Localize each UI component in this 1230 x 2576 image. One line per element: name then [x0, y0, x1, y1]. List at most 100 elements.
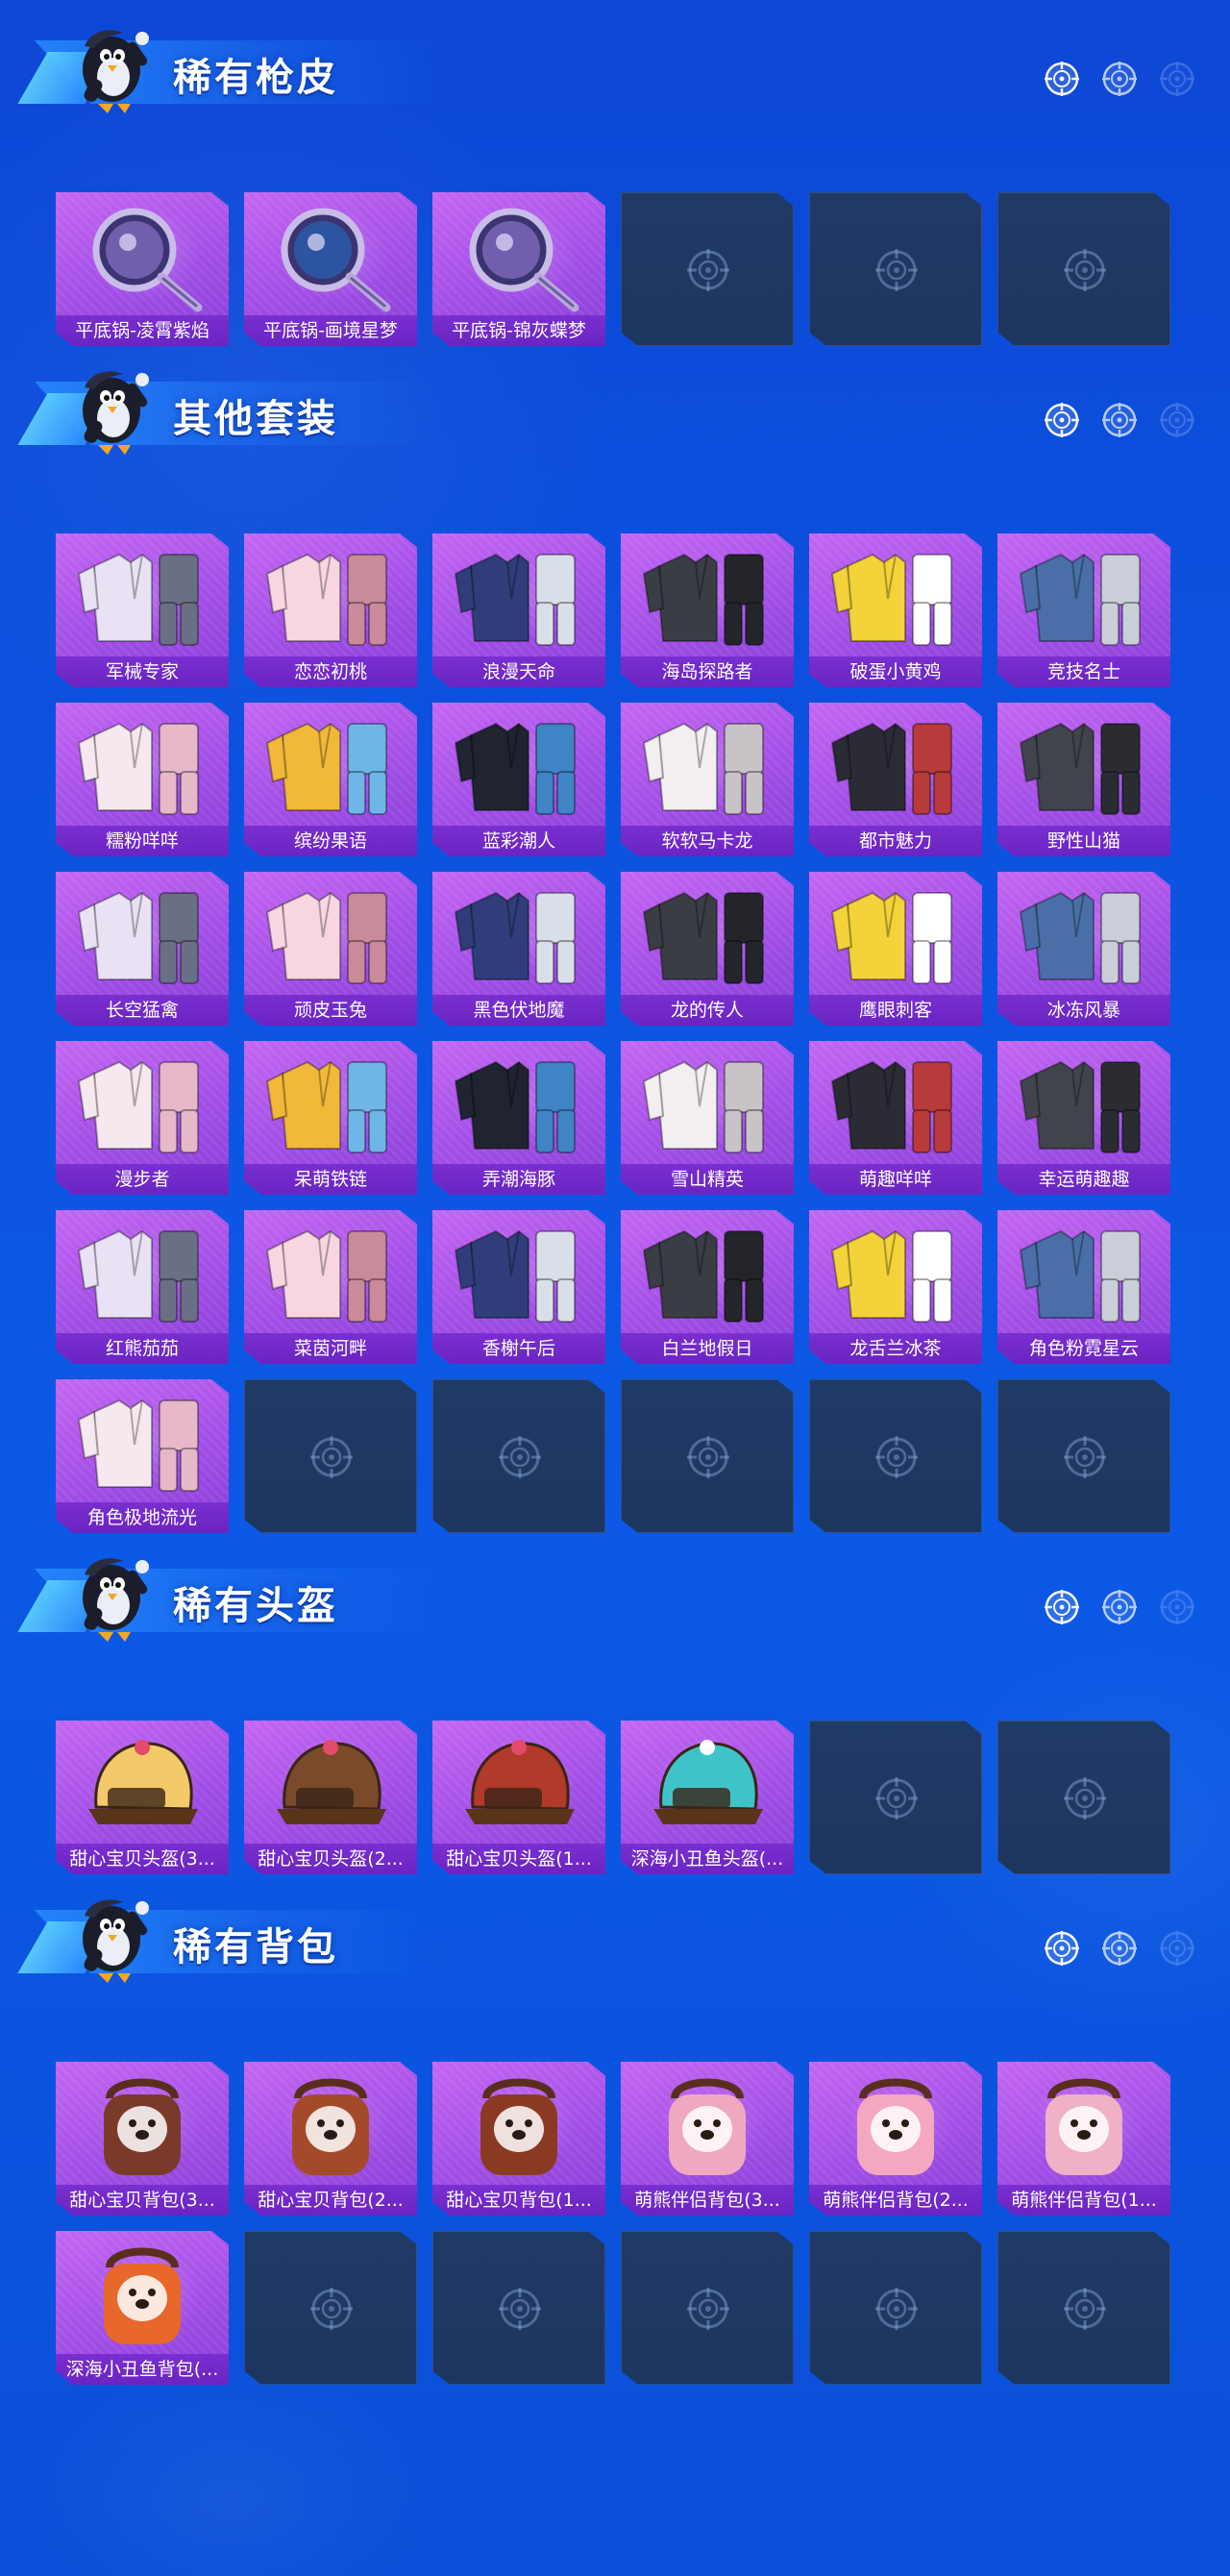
- item-card[interactable]: 深海小丑鱼背包(...: [56, 2231, 229, 2385]
- item-card[interactable]: 甜心宝贝背包(3...: [56, 2062, 229, 2216]
- empty-slot: [621, 192, 794, 346]
- crosshair-icon: [1062, 1434, 1108, 1480]
- penguin-mascot-icon: [56, 1549, 161, 1646]
- section-1: 稀有枪皮 平底锅-凌霄紫焰 平底锅-画境星梦 平底锅-锦灰蝶梦: [0, 0, 1230, 361]
- item-card[interactable]: 萌熊伴侣背包(1...: [997, 2062, 1170, 2216]
- item-name: 糯粉咩咩: [56, 826, 229, 856]
- decor-reticles: [1043, 401, 1196, 439]
- item-card[interactable]: 甜心宝贝背包(2...: [244, 2062, 417, 2216]
- empty-slot: [809, 192, 982, 346]
- item-image: [1017, 541, 1151, 655]
- item-card[interactable]: 萌趣咩咩: [809, 1041, 982, 1195]
- item-card[interactable]: 恋恋初桃: [244, 533, 417, 687]
- item-card[interactable]: 野性山猫: [997, 703, 1170, 856]
- item-card[interactable]: 浪漫天命: [432, 533, 605, 687]
- item-image: [828, 541, 963, 655]
- section-header: 稀有枪皮: [0, 0, 1230, 115]
- item-card[interactable]: 破蛋小黄鸡: [809, 533, 982, 687]
- item-card[interactable]: 幸运萌趣趣: [997, 1041, 1170, 1195]
- item-card[interactable]: 弄潮海豚: [432, 1041, 605, 1195]
- section-4: 稀有背包 甜心宝贝背包(3... 甜心宝贝背包(2... 甜心宝贝背包(1...…: [0, 1870, 1230, 2400]
- item-image: [75, 1218, 209, 1331]
- crosshair-icon: [1043, 1929, 1081, 1968]
- item-card[interactable]: 平底锅-锦灰蝶梦: [432, 192, 605, 346]
- item-image: [1017, 710, 1151, 824]
- item-card[interactable]: 竞技名士: [997, 533, 1170, 687]
- decor-reticles: [1043, 1929, 1196, 1968]
- empty-slot: [997, 192, 1170, 346]
- item-image: [452, 200, 586, 313]
- item-card[interactable]: 糯粉咩咩: [56, 703, 229, 856]
- item-card[interactable]: 红熊茄茄: [56, 1210, 229, 1364]
- item-card[interactable]: 呆萌铁链: [244, 1041, 417, 1195]
- item-name: 军械专家: [56, 656, 229, 687]
- item-card[interactable]: 平底锅-画境星梦: [244, 192, 417, 346]
- empty-slot: [244, 2231, 417, 2385]
- item-card[interactable]: 香榭午后: [432, 1210, 605, 1364]
- item-name: 呆萌铁链: [244, 1164, 417, 1195]
- penguin-mascot-icon: [56, 1891, 161, 1987]
- item-image: [828, 2069, 963, 2183]
- item-card[interactable]: 蓝彩潮人: [432, 703, 605, 856]
- empty-slot: [809, 1721, 982, 1874]
- crosshair-icon: [873, 2286, 920, 2332]
- crosshair-icon: [497, 1434, 543, 1480]
- empty-slot: [432, 1379, 605, 1533]
- item-card[interactable]: 萌熊伴侣背包(2...: [809, 2062, 982, 2216]
- item-card[interactable]: 漫步者: [56, 1041, 229, 1195]
- item-name: 蓝彩潮人: [432, 826, 605, 856]
- item-image: [263, 879, 398, 993]
- item-card[interactable]: 甜心宝贝头盔(3...: [56, 1721, 229, 1874]
- item-image: [75, 879, 209, 993]
- item-image: [640, 1218, 775, 1331]
- item-card[interactable]: 军械专家: [56, 533, 229, 687]
- section-title: 其他套装: [173, 397, 338, 441]
- crosshair-icon: [1158, 1588, 1196, 1626]
- item-name: 弄潮海豚: [432, 1164, 605, 1195]
- empty-slot: [621, 2231, 794, 2385]
- item-card[interactable]: 角色极地流光: [56, 1379, 229, 1533]
- item-name: 顽皮玉兔: [244, 995, 417, 1026]
- decor-reticles: [1043, 1588, 1196, 1626]
- item-card[interactable]: 平底锅-凌霄紫焰: [56, 192, 229, 346]
- crosshair-icon: [873, 247, 920, 293]
- item-card[interactable]: 菜茵河畔: [244, 1210, 417, 1364]
- item-card[interactable]: 甜心宝贝背包(1...: [432, 2062, 605, 2216]
- item-card[interactable]: 软软马卡龙: [621, 703, 794, 856]
- item-card[interactable]: 都市魅力: [809, 703, 982, 856]
- item-card[interactable]: 深海小丑鱼头盔(...: [621, 1721, 794, 1874]
- item-card[interactable]: 冰冻风暴: [997, 872, 1170, 1026]
- empty-slot: [432, 2231, 605, 2385]
- section-title: 稀有背包: [173, 1925, 338, 1969]
- item-name: 白兰地假日: [621, 1333, 794, 1364]
- item-name: 红熊茄茄: [56, 1333, 229, 1364]
- empty-slot: [997, 1379, 1170, 1533]
- item-card[interactable]: 角色粉霓星云: [997, 1210, 1170, 1364]
- crosshair-icon: [497, 2286, 543, 2332]
- item-card[interactable]: 龙的传人: [621, 872, 794, 1026]
- crosshair-icon: [873, 1775, 920, 1821]
- item-card[interactable]: 白兰地假日: [621, 1210, 794, 1364]
- item-card[interactable]: 海岛探路者: [621, 533, 794, 687]
- item-card[interactable]: 甜心宝贝头盔(1...: [432, 1721, 605, 1874]
- item-card[interactable]: 长空猛禽: [56, 872, 229, 1026]
- item-card[interactable]: 黑色伏地魔: [432, 872, 605, 1026]
- item-card[interactable]: 萌熊伴侣背包(3...: [621, 2062, 794, 2216]
- item-name: 萌熊伴侣背包(2...: [809, 2185, 982, 2216]
- item-image: [263, 1218, 398, 1331]
- item-card[interactable]: 顽皮玉兔: [244, 872, 417, 1026]
- crosshair-icon: [685, 1434, 731, 1480]
- item-name: 长空猛禽: [56, 995, 229, 1026]
- item-card[interactable]: 甜心宝贝头盔(2...: [244, 1721, 417, 1874]
- item-image: [263, 2069, 398, 2183]
- item-card[interactable]: 鹰眼刺客: [809, 872, 982, 1026]
- item-image: [1017, 879, 1151, 993]
- item-card[interactable]: 缤纷果语: [244, 703, 417, 856]
- crosshair-icon: [308, 1434, 355, 1480]
- item-image: [75, 541, 209, 655]
- item-card[interactable]: 雪山精英: [621, 1041, 794, 1195]
- item-card[interactable]: 龙舌兰冰茶: [809, 1210, 982, 1364]
- item-image: [452, 1049, 586, 1162]
- item-name: 甜心宝贝背包(1...: [432, 2185, 605, 2216]
- section-2: 其他套装 军械专家 恋恋初桃 浪漫天命 海岛探路者 破蛋小黄鸡 竞技名士 糯粉咩…: [0, 341, 1230, 1548]
